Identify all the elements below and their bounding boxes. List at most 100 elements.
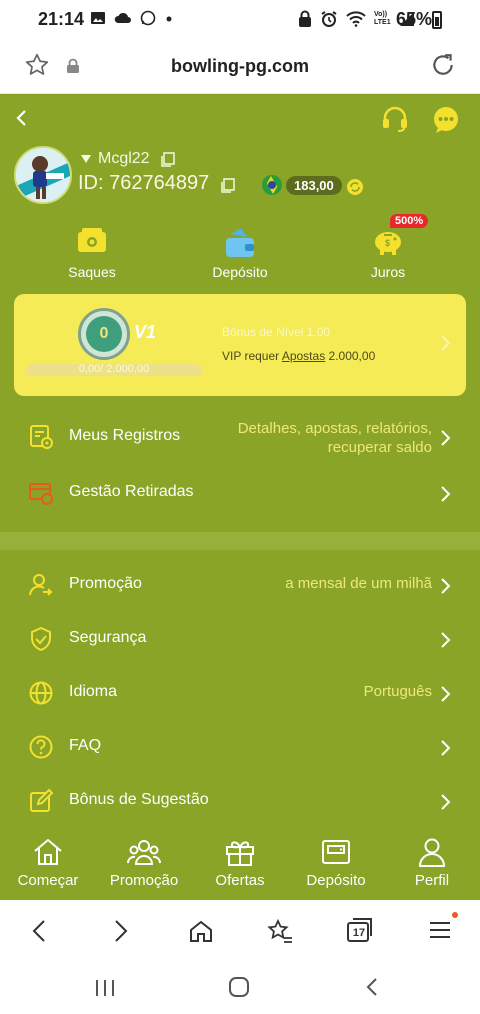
home-button-icon[interactable] — [228, 976, 250, 998]
browser-url-bar: bowling-pg.com — [0, 40, 480, 94]
section-divider — [0, 532, 480, 550]
question-icon — [29, 735, 53, 759]
menu-item-bonus-sugestao[interactable]: Bônus de Sugestão — [0, 774, 480, 828]
menu-label: Meus Registros — [69, 427, 181, 444]
chevron-right-icon — [441, 430, 451, 446]
deposit-wallet-icon — [226, 228, 254, 257]
menu-value-line2: recuperar saldo — [327, 439, 432, 456]
volte-label: Vo)) LTE1 — [374, 11, 391, 26]
quick-action-juros[interactable]: $ Juros — [328, 226, 448, 280]
menu-item-gestao-retiradas[interactable]: Gestão Retiradas — [0, 466, 480, 520]
chevron-right-icon — [441, 740, 451, 756]
nav-label: Depósito — [306, 872, 366, 889]
menu-value: Português — [363, 683, 432, 700]
avatar[interactable] — [14, 146, 72, 204]
menu-item-faq[interactable]: FAQ — [0, 720, 480, 774]
tabs-count: 17 — [352, 927, 366, 939]
vip-requirement-link[interactable]: Apostas — [282, 349, 325, 363]
back-arrow-icon[interactable] — [10, 106, 34, 130]
menu-item-seguranca[interactable]: Segurança — [0, 612, 480, 666]
image-icon — [91, 12, 105, 24]
svg-text:$: $ — [385, 238, 390, 248]
withdraw-icon — [78, 228, 106, 252]
menu-label: Gestão Retiradas — [69, 483, 194, 500]
chevron-right-icon — [441, 632, 451, 648]
browser-back-icon[interactable] — [28, 918, 50, 944]
lock-icon — [299, 10, 311, 27]
url-text[interactable]: bowling-pg.com — [0, 56, 480, 77]
vip-requirement: VIP requer Apostas 2.000,00 — [222, 349, 375, 363]
profile-icon — [418, 838, 446, 867]
wifi-icon — [346, 11, 366, 27]
quick-action-saques[interactable]: Saques — [32, 226, 152, 280]
brazil-flag-icon — [262, 175, 282, 195]
tabs-button[interactable]: 17 — [346, 917, 374, 948]
quick-action-label: Depósito — [212, 264, 268, 280]
menu-label: Promoção — [69, 575, 142, 592]
quick-action-deposito[interactable]: Depósito — [180, 226, 300, 280]
browser-home-icon[interactable] — [188, 918, 214, 944]
wallet-icon — [322, 840, 350, 864]
battery-icon — [432, 11, 442, 29]
quick-action-label: Saques — [68, 264, 116, 280]
vip-coin-level: 0 — [86, 316, 122, 352]
nav-label: Ofertas — [215, 872, 265, 889]
nav-perfil[interactable]: Perfil — [384, 836, 480, 889]
chevron-right-icon — [441, 686, 451, 702]
chevron-right-icon — [441, 486, 451, 502]
notification-dot — [452, 912, 458, 918]
promotion-user-icon — [29, 574, 53, 596]
vip-bonus-text: Bônus de Nível 1,00 — [222, 325, 331, 339]
nav-label: Começar — [17, 872, 79, 889]
refresh-balance-icon[interactable] — [346, 178, 364, 196]
menu-hamburger-icon[interactable] — [428, 918, 452, 942]
status-bar: 21:14 Vo)) LTE1 65% — [0, 0, 480, 40]
nav-ofertas[interactable]: Ofertas — [192, 836, 288, 889]
copy-icon[interactable] — [220, 178, 236, 194]
browser-toolbar: 17 — [0, 900, 480, 962]
headset-support-icon[interactable] — [380, 104, 410, 134]
menu-value-line1: Detalhes, apostas, relatórios, — [237, 420, 432, 437]
dropdown-triangle-icon[interactable] — [80, 154, 92, 164]
status-time: 21:14 — [38, 9, 85, 29]
chat-bubble-icon[interactable] — [432, 106, 460, 134]
menu-item-promocao[interactable]: Promoção a mensal de um milhã — [0, 558, 480, 612]
user-id: ID: 762764897 — [78, 172, 210, 194]
vip-requirement-prefix: VIP requer — [222, 349, 280, 363]
bookmarks-icon[interactable] — [266, 918, 294, 946]
chevron-right-icon — [441, 794, 451, 810]
vip-level: V1 — [134, 322, 157, 342]
menu-item-meus-registros[interactable]: Meus Registros Detalhes, apostas, relató… — [0, 410, 480, 464]
notification-icons — [90, 10, 174, 26]
edit-icon — [30, 788, 54, 812]
group-icon — [127, 840, 161, 865]
copy-icon[interactable] — [160, 152, 176, 168]
menu-value: Detalhes, apostas, relatórios, recuperar… — [238, 419, 432, 457]
back-button-icon[interactable] — [364, 976, 380, 998]
globe-icon — [29, 681, 53, 705]
whatsapp-icon — [140, 10, 156, 26]
nav-deposito[interactable]: Depósito — [288, 836, 384, 889]
cloud-icon — [114, 12, 131, 23]
browser-forward-icon[interactable] — [110, 918, 132, 944]
menu-value-marquee: a mensal de um milhã — [285, 575, 432, 592]
reload-icon[interactable] — [430, 52, 456, 78]
menu-label: Bônus de Sugestão — [69, 791, 209, 808]
vip-card[interactable]: 0 V1 0,00/ 2.000,00 Bônus de Nível 1,00 … — [14, 294, 466, 396]
quick-action-label: Juros — [370, 264, 406, 280]
withdraw-management-icon — [29, 483, 53, 505]
bottom-nav: Começar Promoção Ofertas Depósito Perfil — [0, 830, 480, 900]
menu-label: Idioma — [69, 683, 118, 700]
piggy-bank-icon: $ — [375, 232, 401, 255]
recent-apps-icon[interactable] — [94, 978, 116, 998]
nav-comecar[interactable]: Começar — [0, 836, 96, 889]
balance: 183,00 — [286, 176, 342, 195]
menu-label: Segurança — [69, 629, 147, 646]
android-nav-bar — [0, 962, 480, 1014]
chevron-right-icon — [441, 335, 451, 351]
menu-item-idioma[interactable]: Idioma Português — [0, 666, 480, 720]
nav-label: Perfil — [414, 872, 450, 889]
nav-promocao[interactable]: Promoção — [96, 836, 192, 889]
vip-progress-text: 0,00/ 2.000,00 — [78, 363, 150, 375]
dot-icon — [166, 16, 172, 22]
